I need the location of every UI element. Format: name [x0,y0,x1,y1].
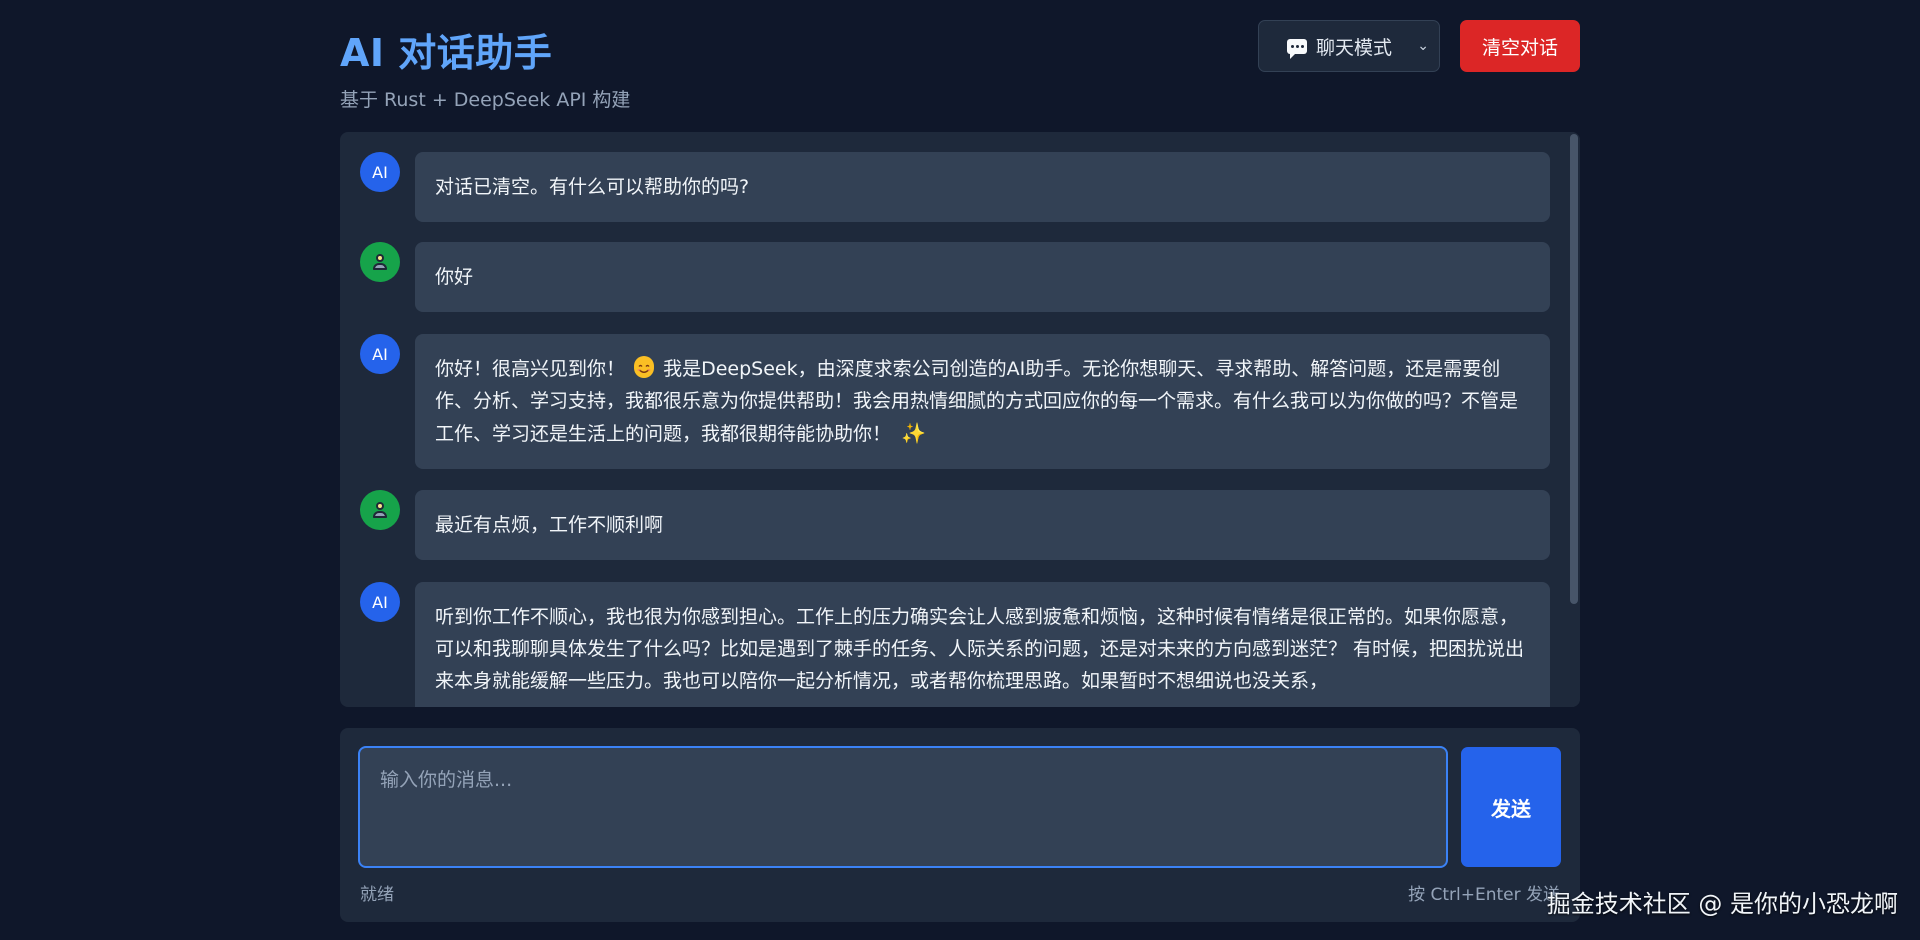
mode-select[interactable]: 聊天模式 ⌄ [1258,20,1440,72]
chevron-down-icon: ⌄ [1417,38,1429,54]
chat-scrollbar[interactable] [1568,132,1580,707]
message-bubble: 最近有点烦，工作不顺利啊 [415,490,1550,560]
message-ai: AI 对话已清空。有什么可以帮助你的吗? [360,152,1550,222]
user-avatar [360,242,400,282]
user-icon [372,502,388,518]
message-bubble: 听到你工作不顺心，我也很为你感到担心。工作上的压力确实会让人感到疲惫和烦恼，这种… [415,582,1550,707]
message-ai: AI 听到你工作不顺心，我也很为你感到担心。工作上的压力确实会让人感到疲惫和烦恼… [360,582,1550,707]
message-input[interactable] [358,746,1448,868]
message-text: 你好！很高兴见到你！ [435,358,626,380]
message-bubble: 你好 [415,242,1550,312]
watermark: 掘金技术社区 @ 是你的小恐龙啊 [1546,890,1898,918]
message-ai: AI 你好！很高兴见到你！ 我是DeepSeek，由深度求索公司创造的AI助手。… [360,334,1550,470]
ai-avatar: AI [360,152,400,192]
smiling-face-icon [634,356,655,378]
user-icon [372,254,388,270]
message-user: 你好 [360,242,1550,314]
message-bubble: 你好！很高兴见到你！ 我是DeepSeek，由深度求索公司创造的AI助手。无论你… [415,334,1550,469]
chat-bubble-icon [1287,38,1307,59]
mode-select-value: 聊天模式 [1316,36,1393,59]
status-text: 就绪 [360,885,394,905]
chat-window[interactable]: AI 对话已清空。有什么可以帮助你的吗? 你好 AI 你好！很高兴见到你！ 我是… [340,132,1580,707]
ai-avatar: AI [360,582,400,622]
message-user: 最近有点烦，工作不顺利啊 [360,490,1550,562]
user-avatar [360,490,400,530]
scrollbar-thumb[interactable] [1570,134,1578,604]
sparkles-icon: ✨ [901,421,926,445]
app-container: AI 对话助手 基于 Rust + DeepSeek API 构建 聊天模式 ⌄… [340,0,1580,940]
page-title: AI 对话助手 [340,31,553,75]
page-subtitle: 基于 Rust + DeepSeek API 构建 [340,89,631,111]
composer: 发送 就绪 按 Ctrl+Enter 发送 [340,728,1580,922]
send-button[interactable]: 发送 [1461,747,1561,867]
message-bubble: 对话已清空。有什么可以帮助你的吗? [415,152,1550,222]
clear-chat-button[interactable]: 清空对话 [1460,20,1580,72]
ai-avatar: AI [360,334,400,374]
shortcut-hint: 按 Ctrl+Enter 发送 [1408,885,1560,905]
header: AI 对话助手 基于 Rust + DeepSeek API 构建 聊天模式 ⌄… [340,0,1580,130]
